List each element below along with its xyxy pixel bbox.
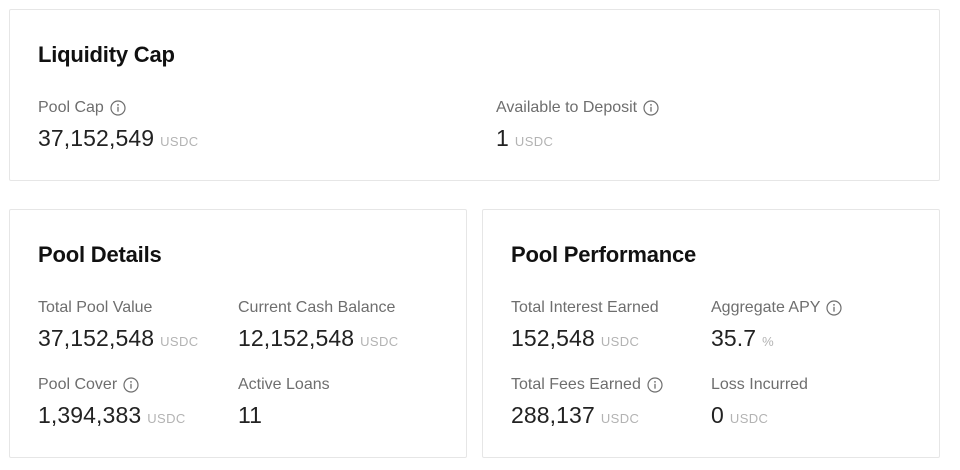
current-cash-balance-label: Current Cash Balance — [238, 299, 396, 316]
pool-cover-label: Pool Cover — [38, 376, 118, 393]
total-interest-earned-stat: Total Interest Earned 152,548 USDC — [511, 298, 659, 353]
aggregate-apy-stat: Aggregate APY 35.7 % — [711, 298, 843, 353]
available-to-deposit-stat: Available to Deposit 1 USDC — [496, 98, 659, 153]
total-pool-value-label: Total Pool Value — [38, 299, 153, 316]
liquidity-cap-title: Liquidity Cap — [38, 42, 175, 67]
loss-incurred-unit: USDC — [729, 411, 769, 426]
loss-incurred-stat: Loss Incurred 0 USDC — [711, 375, 808, 430]
pool-cap-value: 37,152,549 — [38, 125, 155, 151]
aggregate-apy-unit: % — [762, 334, 775, 349]
info-icon[interactable] — [643, 100, 659, 116]
active-loans-stat: Active Loans 11 — [238, 375, 330, 430]
total-interest-earned-value: 152,548 — [511, 325, 595, 351]
current-cash-balance-stat: Current Cash Balance 12,152,548 USDC — [238, 298, 399, 353]
pool-performance-title: Pool Performance — [511, 242, 697, 267]
liquidity-cap-card: Liquidity Cap Pool Cap 37,152,549 USDC A… — [9, 9, 940, 181]
aggregate-apy-label: Aggregate APY — [711, 299, 821, 316]
info-icon[interactable] — [110, 100, 126, 116]
pool-performance-card: Pool Performance Total Interest Earned 1… — [482, 209, 940, 458]
pool-cap-unit: USDC — [160, 134, 199, 149]
pool-cover-stat: Pool Cover 1,394,383 USDC — [38, 375, 186, 430]
info-icon[interactable] — [123, 377, 139, 393]
available-to-deposit-unit: USDC — [514, 134, 554, 149]
loss-incurred-value: 0 — [711, 402, 724, 428]
aggregate-apy-value: 35.7 — [711, 325, 757, 351]
total-interest-earned-label: Total Interest Earned — [511, 299, 659, 316]
total-fees-earned-stat: Total Fees Earned 288,137 USDC — [511, 375, 663, 430]
total-fees-earned-unit: USDC — [600, 411, 640, 426]
available-to-deposit-value: 1 — [496, 125, 509, 151]
total-fees-earned-label: Total Fees Earned — [511, 376, 641, 393]
active-loans-value: 11 — [238, 402, 263, 428]
pool-cover-value: 1,394,383 — [38, 402, 142, 428]
pool-details-card: Pool Details Total Pool Value 37,152,548… — [9, 209, 467, 458]
pool-cover-unit: USDC — [147, 411, 186, 426]
available-to-deposit-label: Available to Deposit — [496, 99, 638, 116]
info-icon[interactable] — [826, 300, 843, 316]
total-interest-earned-unit: USDC — [600, 334, 640, 349]
current-cash-balance-value: 12,152,548 — [238, 325, 355, 351]
total-pool-value-stat: Total Pool Value 37,152,548 USDC — [38, 298, 199, 353]
total-pool-value-unit: USDC — [160, 334, 199, 349]
total-fees-earned-value: 288,137 — [511, 402, 595, 428]
pool-details-title: Pool Details — [38, 242, 162, 267]
pool-cap-label: Pool Cap — [38, 99, 104, 116]
pool-cap-stat: Pool Cap 37,152,549 USDC — [38, 98, 199, 153]
total-pool-value-value: 37,152,548 — [38, 325, 155, 351]
active-loans-label: Active Loans — [238, 376, 330, 393]
loss-incurred-label: Loss Incurred — [711, 376, 808, 393]
current-cash-balance-unit: USDC — [360, 334, 399, 349]
info-icon[interactable] — [647, 377, 663, 393]
